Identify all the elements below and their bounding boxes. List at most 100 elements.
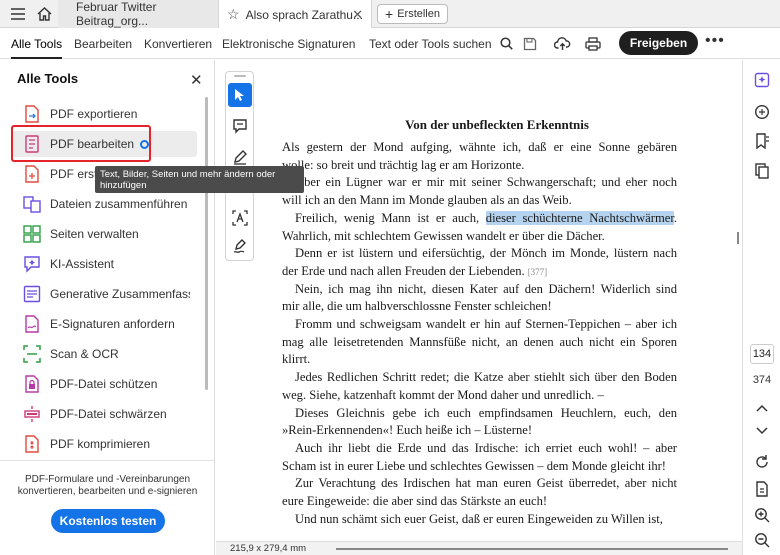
tool-label: Dateien zusammenführen [50,197,188,211]
tool-label: KI-Assistent [50,257,115,271]
combine-files-icon [22,194,42,214]
tool-label: Seiten verwalten [50,227,139,241]
text-line: klirrt. [282,352,677,367]
text-run: weg. Siehe, katzenhaft kommt der Mond da… [282,387,604,402]
star-icon[interactable]: ☆ [227,6,240,23]
tab-label: Also sprach Zarathu... [245,7,363,22]
panel-scrollbar[interactable] [205,97,208,390]
organize-pages-icon [22,224,42,244]
tool-ai-assistant[interactable]: KI-Assistent [12,251,197,277]
highlighted-text[interactable]: dieser schüchterne Nachtschwärmer [485,210,674,225]
menu-edit[interactable]: Bearbeiten [74,28,132,59]
ai-assistant-icon [22,254,42,274]
tool-compress-pdf[interactable]: PDF komprimieren [12,431,197,457]
close-icon[interactable]: ✕ [352,7,363,23]
page-up-icon[interactable] [752,398,772,418]
tool-label: PDF-Datei schwärzen [50,407,167,421]
search-tools[interactable]: Text oder Tools suchen [369,28,513,59]
ai-assistant-rail-icon[interactable] [752,70,772,90]
page-scrollbar-thumb[interactable] [737,232,739,244]
text-run: eure Eingeweide: die aber sind das Stärk… [282,494,548,508]
text-line: Als gestern der Mond aufging, wähnte ich… [282,140,677,155]
page-down-icon[interactable] [752,421,772,441]
tool-label: PDF bearbeiten [50,137,135,151]
panel-divider [0,460,215,461]
share-button[interactable]: Freigeben [619,31,698,55]
text-run: klirrt. [282,352,311,367]
select-cursor-icon[interactable] [228,83,252,107]
home-icon[interactable] [30,0,58,28]
more-options-icon[interactable]: ••• [705,32,725,50]
search-icon [499,37,513,50]
text-select-icon[interactable] [228,206,252,230]
text-run: der Erde und nach allen Freuden der Lieb… [282,263,525,278]
tab-label: Februar Twitter Beitrag_org... [76,0,157,28]
tool-generative-summary[interactable]: Generative Zusammenfassung [12,281,197,307]
text-run: will ich an den Mann im Monde glauben al… [282,193,572,208]
rotate-icon[interactable] [752,452,772,472]
bookmark-rail-icon[interactable] [752,131,772,151]
text-run: Freilich, wenig Mann ist er auch, [295,210,486,225]
menu-label: Bearbeiten [74,36,133,51]
text-run: Aber ein Lügner war er mir mit seiner Sc… [295,175,677,190]
try-free-button[interactable]: Kostenlos testen [51,509,165,533]
text-line: Wahrlich, mit schlechtem Gewissen wandel… [282,229,677,244]
menu-all-tools[interactable]: Alle Tools [11,28,63,59]
tool-protect-pdf[interactable]: PDF-Datei schützen [12,371,197,397]
tool-scan-ocr[interactable]: Scan & OCR [12,341,197,367]
text-line: Scham ist in eurer Liebe und schlechtes … [282,459,677,474]
tool-label: PDF komprimieren [50,437,151,451]
text-run: Dieses Gleichnis gebe ich euch empfindsa… [295,405,677,420]
tool-redact-pdf[interactable]: PDF-Datei schwärzen [12,401,197,427]
tool-combine-files[interactable]: Dateien zusammenführen [12,191,197,217]
text-line: Fromm und schweigsam wandelt er hin auf … [282,317,677,332]
search-label: Text oder Tools suchen [369,36,492,51]
save-icon[interactable] [520,34,540,54]
menu-convert[interactable]: Konvertieren [144,28,212,59]
export-pdf-icon [22,104,42,124]
zoom-out-icon[interactable] [752,530,772,550]
panel-title: Alle Tools [17,71,79,86]
text-line: Zur Verachtung des Irdischen hat man eur… [282,476,677,491]
current-page-input[interactable]: 134 [750,344,774,364]
menu-icon[interactable] [4,0,32,28]
create-pdf-icon [22,164,42,184]
tool-request-esign[interactable]: E-Signaturen anfordern [12,311,197,337]
menu-esignatures[interactable]: Elektronische Signaturen [222,28,355,59]
upload-cloud-icon[interactable] [552,34,572,54]
tool-label: Scan & OCR [50,347,119,361]
text-run: Und nun schämt sich euer Geist, daß er e… [295,511,663,526]
add-comment-icon[interactable] [228,114,252,138]
drag-grip-icon[interactable] [234,75,246,77]
redact-pdf-icon [22,404,42,424]
document-page[interactable]: Von der unbefleckten Erkenntnis Als gest… [262,60,732,541]
menu-label: Konvertieren [144,36,213,51]
create-tab-button[interactable]: + Erstellen [377,4,448,24]
zoom-in-icon[interactable] [752,505,772,525]
horizontal-scrollbar[interactable] [336,548,728,550]
text-line: Und nun schämt sich euer Geist, daß er e… [282,512,677,527]
text-line: Jedes Redlichen Schritt redet; die Katze… [282,370,677,385]
text-line: wolle: so breit und trächtig lag er am H… [282,158,677,173]
close-panel-icon[interactable]: ✕ [190,71,203,89]
fit-page-icon[interactable] [752,479,772,499]
scan-ocr-icon [22,344,42,364]
pages-rail-icon[interactable] [752,161,772,181]
compress-pdf-icon [22,434,42,454]
signature-pen-icon[interactable] [228,234,252,258]
protect-pdf-icon [22,374,42,394]
edit-pdf-icon [22,134,42,154]
text-run: Fromm und schweigsam wandelt er hin auf … [295,317,677,331]
tool-export-pdf[interactable]: PDF exportieren [12,101,197,127]
tab-document-1[interactable]: Februar Twitter Beitrag_org... [58,0,218,28]
text-line: mir alle, die um halbverschlossne Fenste… [282,299,677,314]
comment-rail-icon[interactable] [752,102,772,122]
tool-label: E-Signaturen anfordern [50,317,175,331]
tab-document-2[interactable]: ☆ Also sprach Zarathu... ✕ [218,0,372,29]
new-feature-dot-icon [140,139,150,149]
tool-edit-pdf[interactable]: PDF bearbeiten [12,131,197,157]
text-run: Auch ihr liebt die Erde und das Irdische… [295,440,677,455]
text-line: Denn er ist lüstern und eifersüchtig, de… [282,246,677,261]
print-icon[interactable] [583,34,603,54]
tool-organize-pages[interactable]: Seiten verwalten [12,221,197,247]
